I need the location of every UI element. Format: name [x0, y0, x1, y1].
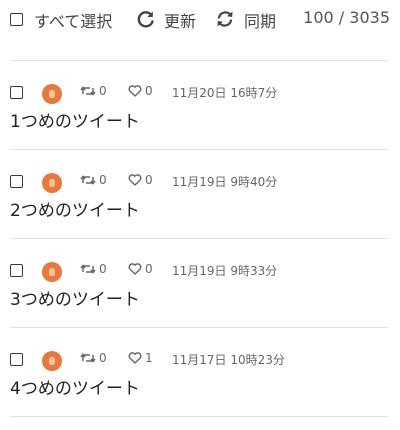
- retweet-count: 0: [99, 262, 107, 276]
- tweet-text: 3つめのツイート: [10, 290, 140, 310]
- sync-button[interactable]: 同期: [244, 8, 276, 32]
- avatar: [42, 351, 62, 371]
- tweet-row: 0 1 11月17日 10時23分 4つめのツイート: [0, 328, 400, 417]
- avatar: [42, 173, 62, 193]
- heart-icon: [128, 352, 142, 364]
- tweet-row: 0 0 11月20日 16時7分 1つめのツイート: [0, 61, 400, 150]
- tweet-checkbox[interactable]: [10, 264, 23, 277]
- tweet-text: 2つめのツイート: [10, 201, 140, 221]
- heart-icon: [128, 85, 142, 97]
- retweet-count-group: 0: [80, 262, 107, 276]
- like-count: 0: [145, 262, 153, 276]
- tweet-checkbox[interactable]: [10, 353, 23, 366]
- heart-icon: [128, 174, 142, 186]
- retweet-count: 0: [99, 351, 107, 365]
- refresh-button[interactable]: 更新: [164, 8, 196, 32]
- like-count-group: 0: [128, 173, 153, 187]
- heart-icon: [128, 263, 142, 275]
- refresh-icon[interactable]: [136, 9, 156, 29]
- tweet-text: 4つめのツイート: [10, 379, 140, 399]
- tweet-date: 11月17日 10時23分: [172, 353, 285, 367]
- sync-icon[interactable]: [215, 9, 235, 29]
- retweet-count: 0: [99, 84, 107, 98]
- like-count: 1: [145, 351, 153, 365]
- tweet-checkbox[interactable]: [10, 86, 23, 99]
- retweet-icon: [80, 264, 96, 274]
- toolbar: すべて選択 更新 同期 100 / 3035: [0, 0, 400, 42]
- retweet-count: 0: [99, 173, 107, 187]
- tweet-text: 1つめのツイート: [10, 112, 140, 132]
- retweet-icon: [80, 353, 96, 363]
- like-count-group: 0: [128, 262, 153, 276]
- retweet-count-group: 0: [80, 173, 107, 187]
- like-count-group: 1: [128, 351, 153, 365]
- avatar: [42, 84, 62, 104]
- like-count-group: 0: [128, 84, 153, 98]
- retweet-count-group: 0: [80, 84, 107, 98]
- tweet-checkbox[interactable]: [10, 175, 23, 188]
- tweet-date: 11月20日 16時7分: [172, 86, 278, 100]
- like-count: 0: [145, 84, 153, 98]
- select-all-checkbox[interactable]: [10, 13, 23, 26]
- avatar: [42, 262, 62, 282]
- retweet-icon: [80, 86, 96, 96]
- divider: [10, 416, 388, 417]
- tweet-row: 0 0 11月19日 9時33分 3つめのツイート: [0, 239, 400, 328]
- retweet-count-group: 0: [80, 351, 107, 365]
- like-count: 0: [145, 173, 153, 187]
- select-all-label[interactable]: すべて選択: [34, 8, 112, 32]
- tweet-date: 11月19日 9時40分: [172, 175, 278, 189]
- tweet-row: 0 0 11月19日 9時40分 2つめのツイート: [0, 150, 400, 239]
- retweet-icon: [80, 175, 96, 185]
- tweet-date: 11月19日 9時33分: [172, 264, 278, 278]
- item-count: 100 / 3035: [303, 8, 390, 27]
